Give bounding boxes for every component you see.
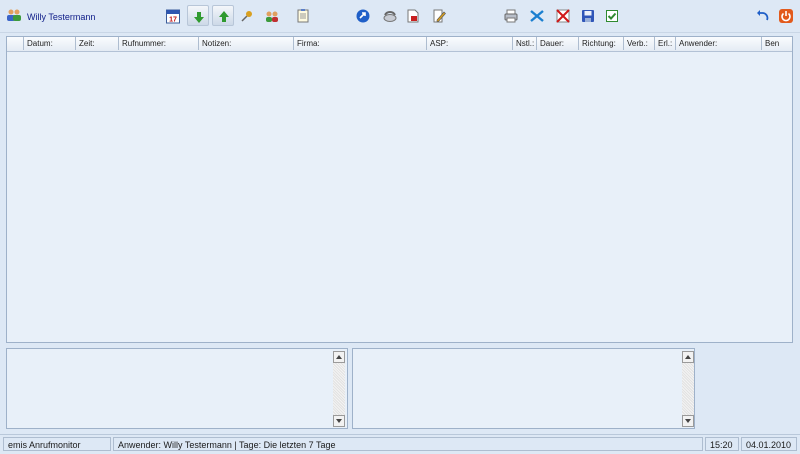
notes-button[interactable] xyxy=(292,5,314,26)
arrow-up-icon xyxy=(336,355,342,359)
scroll-down-button[interactable] xyxy=(682,415,694,427)
arrow-down-icon xyxy=(685,419,691,423)
arrow-down-icon xyxy=(194,12,204,23)
column-header-verb[interactable]: Verb.: xyxy=(624,37,655,50)
notes-memo-right[interactable] xyxy=(352,348,695,429)
exit-button[interactable] xyxy=(775,5,797,26)
edit-button[interactable] xyxy=(428,5,450,26)
delete-icon xyxy=(556,9,570,23)
memo-left-scrollbar[interactable] xyxy=(333,351,345,427)
status-app-name: emis Anrufmonitor xyxy=(3,437,111,451)
notepad-icon xyxy=(297,9,309,23)
notes-memo-left[interactable] xyxy=(6,348,348,429)
arrow-down-icon xyxy=(336,419,342,423)
scroll-up-button[interactable] xyxy=(682,351,694,363)
excel-icon xyxy=(530,10,544,22)
pin-icon xyxy=(241,11,252,22)
status-bar: emis Anrufmonitor Anwender: Willy Tester… xyxy=(0,434,800,454)
scroll-track[interactable] xyxy=(333,363,345,415)
contacts-button[interactable] xyxy=(261,5,283,26)
column-header-zeit[interactable]: Zeit: xyxy=(76,37,119,50)
users-icon xyxy=(6,9,22,21)
column-header-notizen[interactable]: Notizen: xyxy=(199,37,294,50)
column-header-richtung[interactable]: Richtung: xyxy=(579,37,624,50)
save-icon xyxy=(582,10,594,22)
column-header-anwender[interactable]: Anwender: xyxy=(676,37,762,50)
column-header-nstl[interactable]: Nstl.: xyxy=(513,37,537,50)
column-header-firma[interactable]: Firma: xyxy=(294,37,427,50)
navigate-icon xyxy=(356,9,370,23)
previous-entry-button[interactable] xyxy=(212,5,234,26)
power-icon xyxy=(779,9,793,23)
svg-text:17: 17 xyxy=(169,17,177,24)
scroll-track[interactable] xyxy=(682,363,694,415)
calendar-icon: 17 xyxy=(166,9,180,24)
status-time: 15:20 xyxy=(705,437,739,451)
grid-header: Datum: Zeit: Rufnummer: Notizen: Firma: … xyxy=(7,37,792,52)
edit-icon xyxy=(433,9,446,23)
column-header-erl[interactable]: Erl.: xyxy=(655,37,676,50)
memo-right-scrollbar[interactable] xyxy=(682,351,694,427)
arrow-up-icon xyxy=(219,11,229,22)
users-icon xyxy=(266,11,278,22)
calls-grid[interactable]: Datum: Zeit: Rufnummer: Notizen: Firma: … xyxy=(6,36,793,343)
toolbar-divider xyxy=(0,32,800,33)
next-entry-button[interactable] xyxy=(187,5,209,26)
column-header-datum[interactable]: Datum: xyxy=(24,37,76,50)
scroll-down-button[interactable] xyxy=(333,415,345,427)
document-button[interactable] xyxy=(402,5,424,26)
toolbar: Willy Testermann 17 xyxy=(0,0,800,32)
pin-button[interactable] xyxy=(236,5,258,26)
excel-export-button[interactable] xyxy=(526,5,548,26)
arrow-up-icon xyxy=(685,355,691,359)
print-button[interactable] xyxy=(500,5,522,26)
scroll-up-button[interactable] xyxy=(333,351,345,363)
delete-button[interactable] xyxy=(552,5,574,26)
checklist-button[interactable] xyxy=(601,5,623,26)
calendar-button[interactable]: 17 xyxy=(162,5,184,26)
document-icon xyxy=(407,9,419,23)
phone-icon xyxy=(383,11,397,22)
column-header-asp[interactable]: ASP: xyxy=(427,37,513,50)
column-header-ben[interactable]: Ben xyxy=(762,37,792,50)
column-header-rufnummer[interactable]: Rufnummer: xyxy=(119,37,199,50)
current-user-name: Willy Testermann xyxy=(27,12,96,22)
column-header-dauer[interactable]: Dauer: xyxy=(537,37,579,50)
checklist-icon xyxy=(606,10,618,22)
phone-button[interactable] xyxy=(379,5,401,26)
undo-icon xyxy=(757,10,769,21)
row-indicator-header xyxy=(7,37,24,50)
save-button[interactable] xyxy=(577,5,599,26)
undo-button[interactable] xyxy=(752,5,774,26)
navigate-button[interactable] xyxy=(352,5,374,26)
printer-icon xyxy=(504,9,518,23)
status-date: 04.01.2010 xyxy=(741,437,797,451)
status-info: Anwender: Willy Testermann | Tage: Die l… xyxy=(113,437,703,451)
